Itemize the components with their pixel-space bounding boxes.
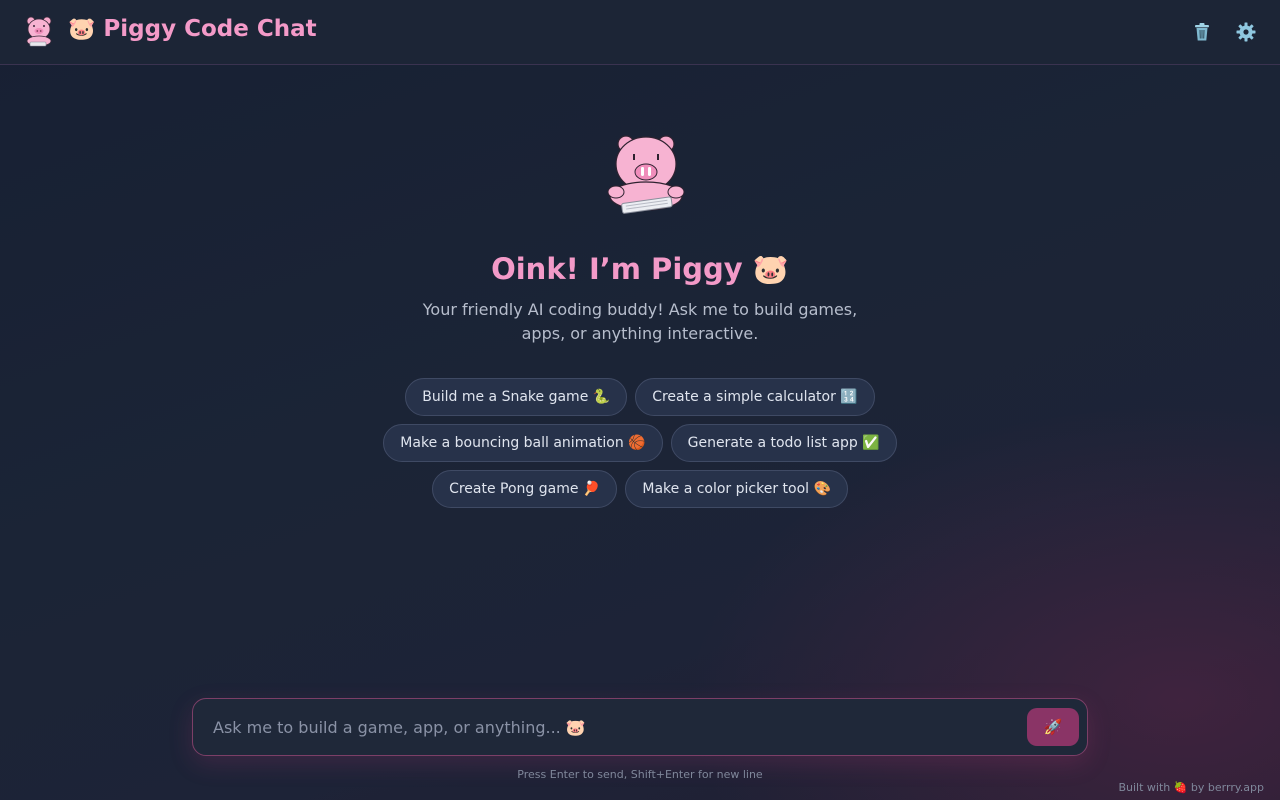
pig-face-icon: 🐷 (68, 16, 96, 42)
trash-icon (1195, 23, 1209, 41)
app-title-text: Piggy Code Chat (103, 16, 317, 42)
welcome-subtitle: Your friendly AI coding buddy! Ask me to… (422, 300, 858, 343)
suggestion-row: Make a bouncing ball animation 🏀 Generat… (0, 424, 1280, 462)
pig-mascot-icon (26, 16, 52, 47)
keyboard-hint: Press Enter to send, Shift+Enter for new… (517, 768, 763, 781)
send-button[interactable]: 🚀 (1027, 708, 1079, 746)
piggy-mascot-image (607, 135, 685, 214)
gear-icon (1236, 22, 1256, 42)
chat-input-container: 🚀 (192, 698, 1088, 756)
chat-input[interactable] (213, 713, 1013, 741)
suggestion-snake-game[interactable]: Build me a Snake game 🐍 (405, 378, 628, 416)
suggestion-color-picker[interactable]: Make a color picker tool 🎨 (625, 470, 848, 508)
built-with-credit[interactable]: Built with 🍓 by berrry.app (1100, 781, 1264, 794)
suggestion-todo-app[interactable]: Generate a todo list app ✅ (670, 424, 897, 462)
rocket-icon: 🚀 (1043, 718, 1063, 736)
app-title: 🐷 Piggy Code Chat (68, 16, 317, 42)
suggestion-row: Create Pong game 🏓 Make a color picker t… (0, 470, 1280, 508)
app-header: 🐷 Piggy Code Chat (0, 0, 1280, 65)
suggestion-calculator[interactable]: Create a simple calculator 🔢 (635, 378, 875, 416)
suggestion-row: Build me a Snake game 🐍 Create a simple … (0, 378, 1280, 416)
suggestion-bouncing-ball[interactable]: Make a bouncing ball animation 🏀 (383, 424, 663, 462)
suggestion-pong-game[interactable]: Create Pong game 🏓 (432, 470, 618, 508)
settings-button[interactable] (1232, 18, 1260, 46)
clear-chat-button[interactable] (1188, 18, 1216, 46)
welcome-title: Oink! I’m Piggy 🐷 (491, 252, 789, 286)
